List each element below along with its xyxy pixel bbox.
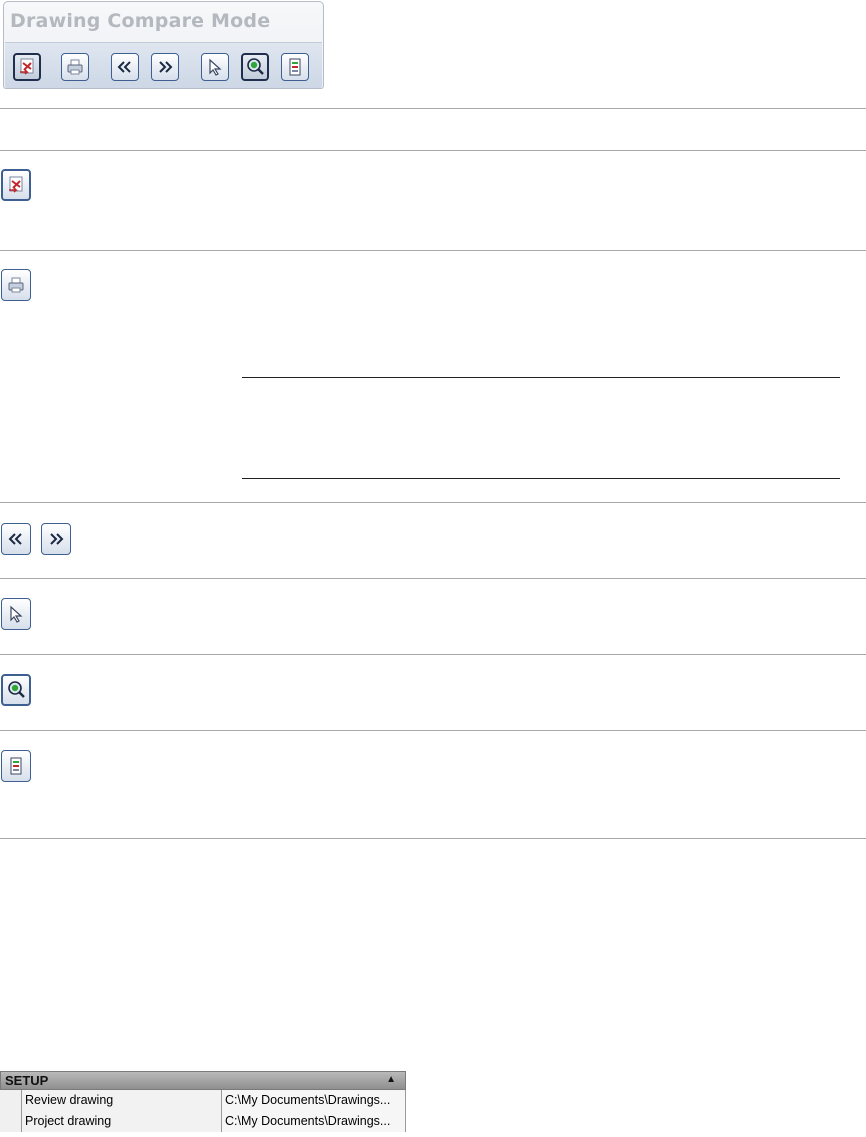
next-change-button[interactable]: [151, 53, 179, 81]
select-cursor-icon: [209, 58, 222, 76]
row-gutter: [0, 1090, 21, 1111]
previous-icon: [117, 61, 131, 73]
table-rule: [0, 654, 866, 655]
previous-change-button[interactable]: [111, 53, 139, 81]
property-label: Project drawing: [21, 1111, 221, 1132]
next-icon: [159, 61, 173, 73]
table-rule: [0, 502, 866, 503]
property-value-project-drawing[interactable]: C:\My Documents\Drawings...: [221, 1111, 406, 1132]
exit-compare-button[interactable]: [13, 53, 41, 81]
print-icon: [8, 277, 24, 293]
drawing-compare-toolbar: Drawing Compare Mode: [3, 1, 324, 89]
next-icon: [50, 533, 64, 545]
select-cursor-icon: [10, 605, 23, 623]
zoom-to-change-button[interactable]: [241, 53, 269, 81]
settings-panel-icon: [10, 757, 22, 775]
row-gutter: [0, 1111, 21, 1132]
row-print-button: [1, 269, 31, 301]
setup-header[interactable]: SETUP ▲: [0, 1071, 406, 1090]
zoom-change-icon: [8, 681, 25, 698]
compare-settings-button[interactable]: [281, 53, 309, 81]
setup-palette: SETUP ▲ Review drawing C:\My Documents\D…: [0, 1071, 406, 1137]
previous-icon: [8, 533, 22, 545]
row-compare-settings-button: [1, 750, 31, 782]
collapse-up-icon[interactable]: ▲: [386, 1074, 396, 1085]
toolbar-button-strip: [5, 42, 322, 88]
table-rule: [0, 578, 866, 579]
table-rule: [0, 250, 866, 251]
print-icon: [67, 59, 83, 75]
property-row-project-drawing[interactable]: Project drawing C:\My Documents\Drawings…: [0, 1111, 406, 1132]
print-button[interactable]: [61, 53, 89, 81]
row-zoom-to-change-button: [1, 674, 31, 706]
property-value-review-drawing[interactable]: C:\My Documents\Drawings...: [221, 1090, 406, 1111]
setup-title: SETUP: [5, 1073, 49, 1088]
exit-compare-icon: [9, 176, 23, 193]
row-exit-compare-button: [1, 169, 31, 201]
toolbar-title: Drawing Compare Mode: [10, 10, 271, 32]
row-next-button: [41, 523, 71, 555]
table-rule: [0, 838, 866, 839]
table-rule: [0, 108, 866, 109]
property-row-review-drawing[interactable]: Review drawing C:\My Documents\Drawings.…: [0, 1090, 406, 1111]
select-button[interactable]: [201, 53, 229, 81]
table-rule: [0, 730, 866, 731]
row-previous-button: [1, 523, 31, 555]
exit-compare-icon: [20, 58, 34, 75]
settings-panel-icon: [289, 58, 301, 76]
row-select-button: [1, 598, 31, 630]
note-rule: [242, 478, 840, 479]
table-rule: [0, 150, 866, 151]
note-rule: [242, 377, 840, 378]
property-label: Review drawing: [21, 1090, 221, 1111]
zoom-change-icon: [247, 58, 264, 75]
